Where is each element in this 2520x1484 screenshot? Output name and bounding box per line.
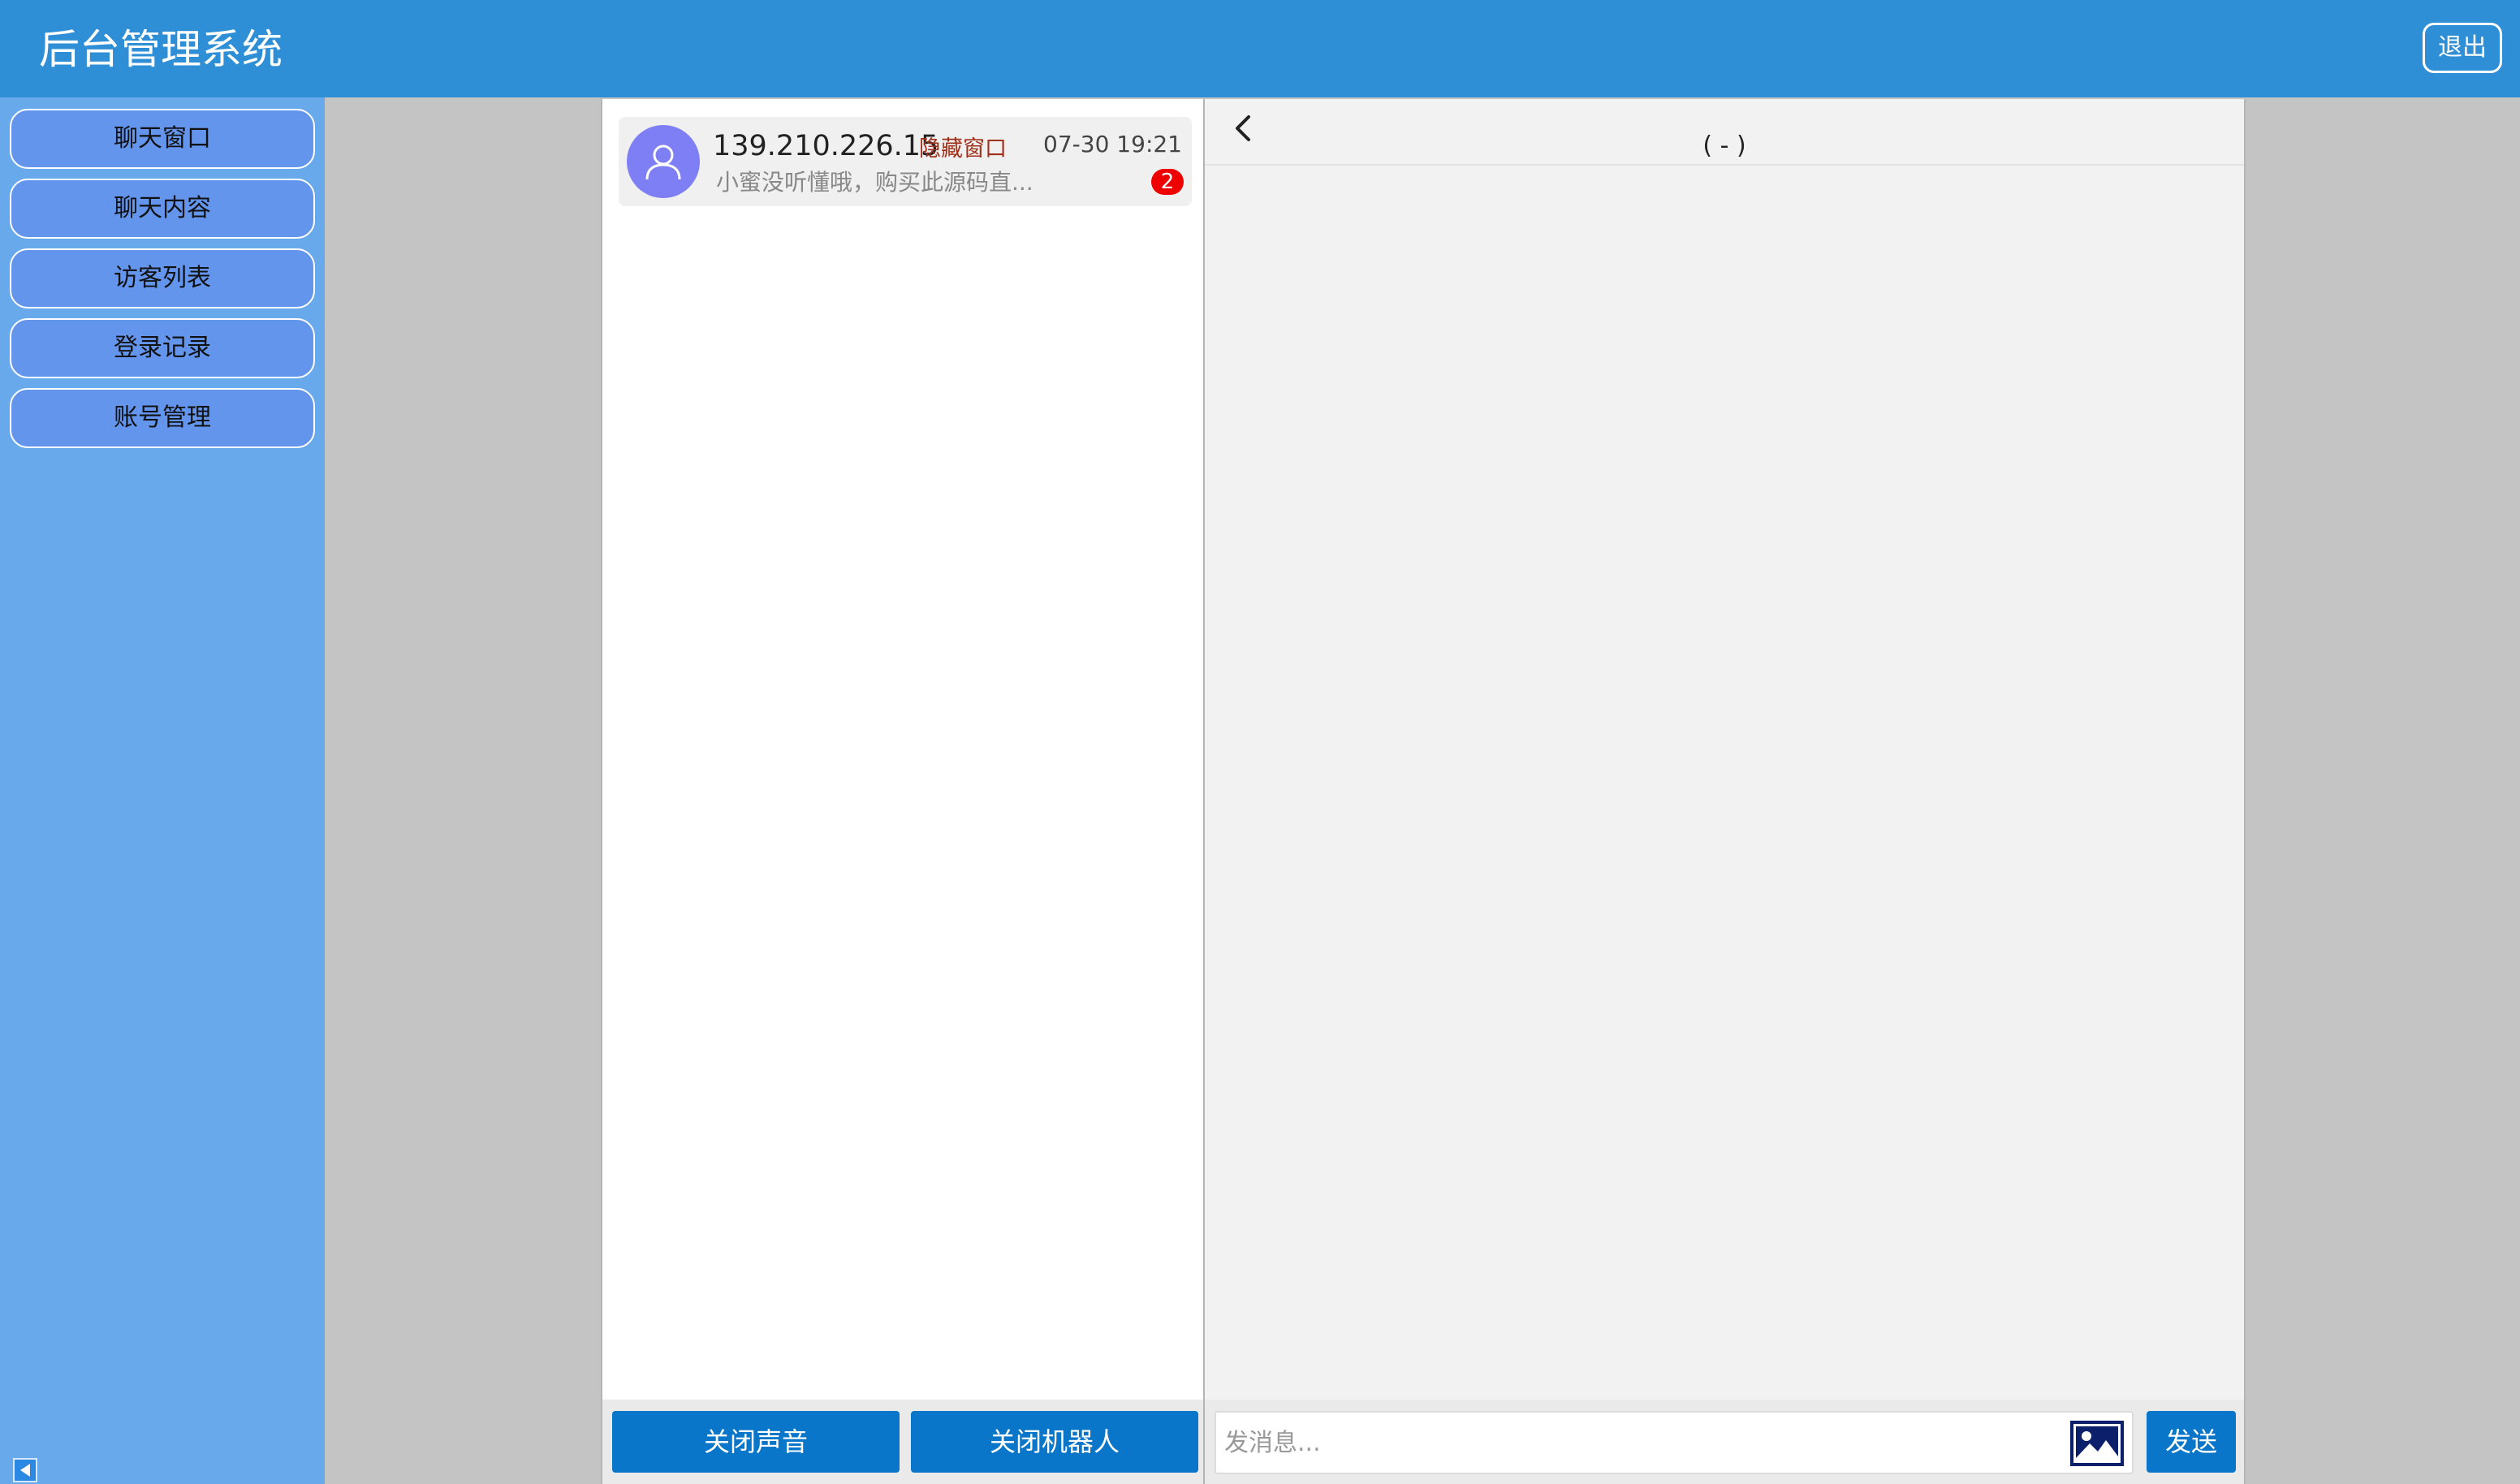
disable-robot-button[interactable]: 关闭机器人 — [911, 1411, 1198, 1473]
send-button[interactable]: 发送 — [2147, 1411, 2236, 1473]
conversation-list-panel: 139.210.226.15 隐藏窗口 07-30 19:21 小蜜没听懂哦，购… — [601, 99, 1205, 1484]
image-icon — [2070, 1421, 2124, 1466]
avatar — [627, 125, 700, 198]
conversation-item[interactable]: 139.210.226.15 隐藏窗口 07-30 19:21 小蜜没听懂哦，购… — [619, 117, 1192, 206]
mute-sound-button[interactable]: 关闭声音 — [612, 1411, 900, 1473]
conversation-ip: 139.210.226.15 — [713, 130, 939, 162]
message-input[interactable] — [1216, 1413, 2060, 1473]
chat-header: ( - ) — [1205, 99, 2244, 166]
sidebar-item-chat-window[interactable]: 聊天窗口 — [10, 109, 315, 169]
conversation-preview: 小蜜没听懂哦，购买此源码直... — [716, 169, 1033, 196]
sidebar-collapse-button[interactable] — [13, 1458, 37, 1482]
sidebar-item-account-management[interactable]: 账号管理 — [10, 388, 315, 448]
logout-button[interactable]: 退出 — [2423, 23, 2502, 73]
sidebar-item-chat-content[interactable]: 聊天内容 — [10, 179, 315, 239]
unread-badge: 2 — [1151, 169, 1184, 195]
sidebar: 聊天窗口 聊天内容 访客列表 登录记录 账号管理 — [0, 97, 325, 1484]
chat-panel: ( - ) 发送 — [1205, 99, 2246, 1484]
hide-window-link[interactable]: 隐藏窗口 — [919, 136, 1007, 162]
sidebar-item-visitor-list[interactable]: 访客列表 — [10, 248, 315, 308]
sidebar-item-login-records[interactable]: 登录记录 — [10, 318, 315, 378]
app-title: 后台管理系统 — [39, 26, 283, 73]
image-upload-button[interactable] — [2070, 1421, 2124, 1466]
chat-footer: 发送 — [1205, 1400, 2244, 1484]
chat-title: ( - ) — [1702, 132, 1746, 160]
app-header: 后台管理系统 退出 — [0, 0, 2520, 97]
list-footer: 关闭声音 关闭机器人 — [602, 1400, 1203, 1484]
user-icon — [645, 145, 681, 180]
conversation-time: 07-30 19:21 — [1043, 131, 1182, 157]
triangle-left-icon — [20, 1464, 30, 1477]
message-input-wrapper — [1215, 1411, 2134, 1474]
